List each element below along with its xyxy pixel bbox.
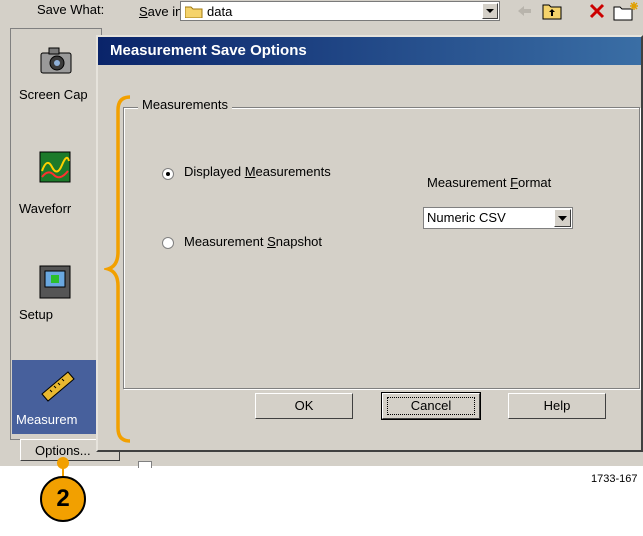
displayed-measurements-label[interactable]: Displayed Measurements [184,164,331,179]
measurement-format-label: Measurement Format [427,175,552,190]
side-item-measurements[interactable]: Measurem [12,360,107,434]
dialog-title-bar: Measurement Save Options [98,37,641,65]
orange-brace [104,95,131,443]
format-value: Numeric CSV [427,210,506,225]
chevron-down-icon[interactable] [482,3,498,19]
new-folder-icon[interactable] [612,0,640,22]
setup-icon [39,265,71,299]
measurement-format-select[interactable]: Numeric CSV [423,207,573,229]
callout-dot [57,457,69,469]
save-in-label: Save in: [139,4,186,19]
cancel-button[interactable]: Cancel [381,392,481,420]
side-item-waveform[interactable]: Waveforr [11,137,103,227]
measurement-snapshot-radio[interactable] [162,237,174,249]
ok-button[interactable]: OK [255,393,353,419]
side-item-setup[interactable]: Setup [11,251,103,341]
focus-rect [387,397,475,415]
chevron-down-icon[interactable] [554,209,571,227]
help-button[interactable]: Help [508,393,606,419]
side-item-label: Screen Cap [19,87,88,102]
side-item-label: Measurem [16,412,78,427]
measurement-snapshot-label[interactable]: Measurement Snapshot [184,234,322,249]
step-callout: 2 [40,476,86,522]
up-folder-icon[interactable] [541,0,563,22]
folder-icon [185,6,203,18]
back-arrow-icon[interactable] [514,0,534,22]
side-item-label: Setup [19,307,53,322]
waveform-icon [39,151,71,183]
figure-id: 1733-167 [591,473,638,485]
measurement-save-options-dialog: Measurement Save Options Measurements Di… [96,35,643,452]
save-in-value: data [207,4,233,19]
radio-selected-dot [166,172,170,176]
displayed-measurements-radio[interactable] [162,168,174,180]
dialog-title: Measurement Save Options [110,42,307,59]
side-item-screen-capture[interactable]: Screen Cap [11,29,103,113]
delete-icon[interactable] [587,0,607,22]
save-what-label: Save What: [37,2,105,17]
checkbox[interactable] [138,461,152,468]
group-title: Measurements [138,97,232,112]
side-item-label: Waveforr [19,201,72,216]
ruler-icon [41,371,75,402]
save-in-combo[interactable]: data [180,1,500,21]
camera-icon [40,47,72,74]
